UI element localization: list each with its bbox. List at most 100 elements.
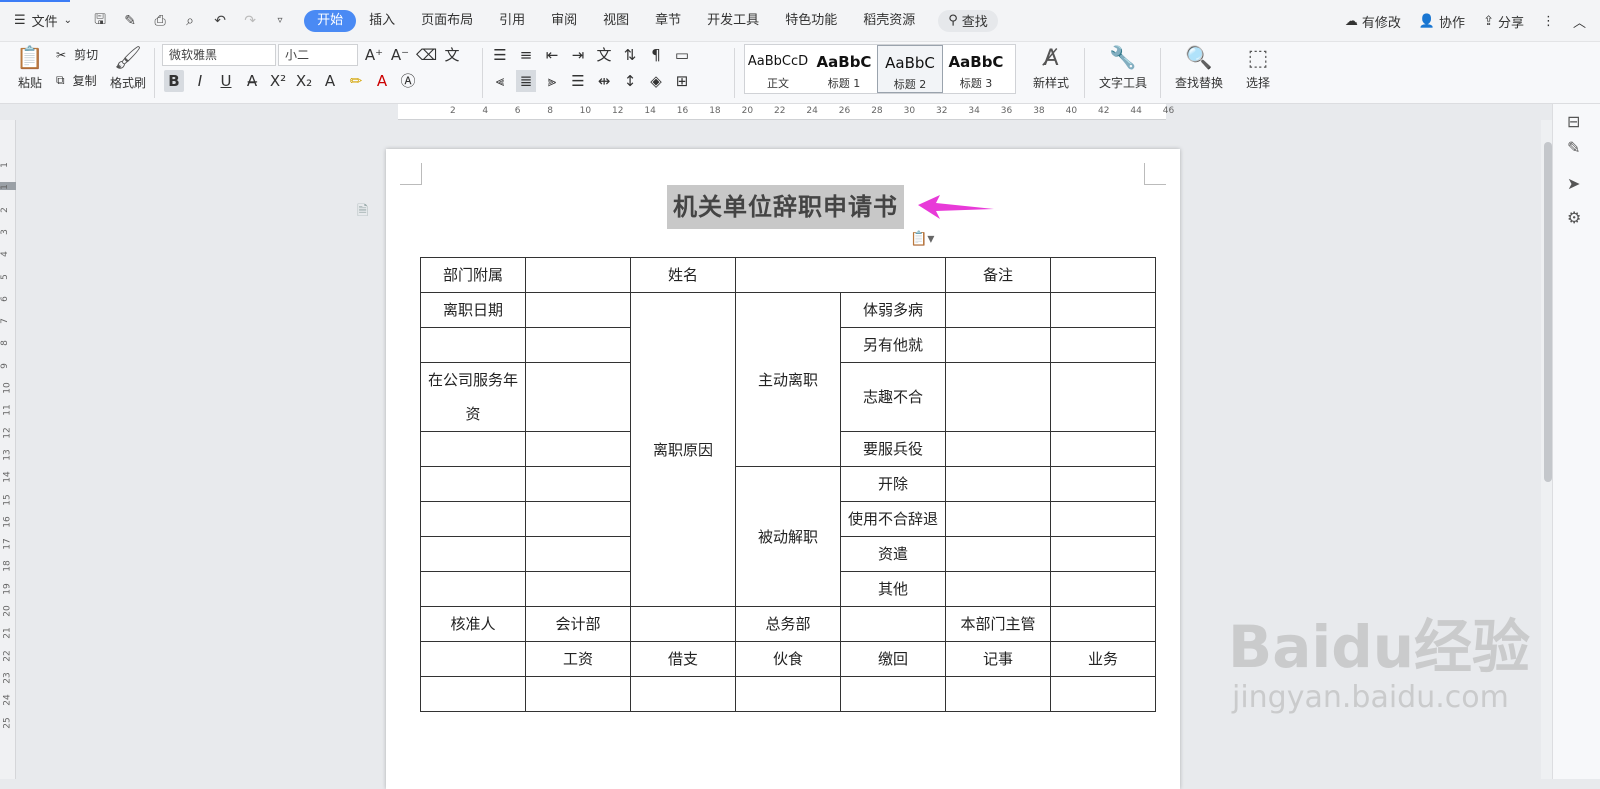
table-cell[interactable] (525, 362, 631, 432)
bullets-icon[interactable]: ☰ (490, 44, 510, 66)
outdent-icon[interactable]: ⇤ (542, 44, 562, 66)
table-cell[interactable] (945, 327, 1051, 363)
style-heading-2[interactable]: AaBbC 标题 2 (877, 45, 943, 93)
table-cell[interactable]: 离职原因 (630, 292, 736, 607)
print-icon[interactable]: ⎙ (150, 13, 170, 29)
cut-button[interactable]: ✂ 剪切 (56, 46, 98, 63)
tab-references[interactable]: 引用 (486, 10, 538, 32)
font-name-select[interactable]: 微软雅黑 (162, 44, 276, 66)
text-effect-icon[interactable]: A (320, 70, 340, 92)
table-cell[interactable] (630, 676, 736, 712)
table-cell[interactable]: 开除 (840, 466, 946, 502)
align-left-icon[interactable]: ⫷ (490, 70, 510, 92)
scroll-thumb[interactable] (1544, 142, 1552, 482)
clear-format-icon[interactable]: ⌫ (416, 44, 437, 66)
strikethrough-icon[interactable]: A̶ (242, 70, 262, 92)
tab-features[interactable]: 特色功能 (772, 10, 850, 32)
table-cell[interactable] (1050, 676, 1156, 712)
table-cell[interactable]: 要服兵役 (840, 431, 946, 467)
table-cell[interactable]: 志趣不合 (840, 362, 946, 432)
chinese-layout-icon[interactable]: 文 (594, 44, 614, 66)
table-cell[interactable] (945, 676, 1051, 712)
font-color-icon[interactable]: A (372, 70, 392, 92)
paste-options-icon[interactable]: 📋▾ (910, 231, 934, 247)
table-cell[interactable] (525, 466, 631, 502)
collab-button[interactable]: 👤 协作 (1419, 12, 1465, 31)
modified-button[interactable]: ☁ 有修改 (1345, 12, 1401, 31)
table-cell[interactable]: 另有他就 (840, 327, 946, 363)
table-cell[interactable]: 离职日期 (420, 292, 526, 328)
show-marks-icon[interactable]: ¶ (646, 44, 666, 66)
table-lines-icon[interactable]: ▭ (672, 44, 692, 66)
tab-home[interactable]: 开始 (304, 9, 357, 32)
line-spacing-icon[interactable]: ↕ (620, 70, 640, 92)
justify-icon[interactable]: ☰ (568, 70, 588, 92)
align-center-icon[interactable]: ≣ (516, 70, 536, 92)
table-cell[interactable]: 会计部 (525, 606, 631, 642)
align-right-icon[interactable]: ⫸ (542, 70, 562, 92)
table-cell[interactable] (1050, 292, 1156, 328)
table-cell[interactable] (1050, 327, 1156, 363)
bold-icon[interactable]: B (164, 70, 184, 92)
select-button[interactable]: ⬚ 选择 (1234, 44, 1282, 91)
horizontal-ruler[interactable]: 2 4 6 8 10 12 14 16 18 20 22 24 26 28 30 32 34 36 38 40 42 44… (398, 104, 1174, 120)
more-icon[interactable]: ▿ (270, 15, 290, 26)
settings-sliders-icon[interactable]: ⚙ (1567, 208, 1581, 227)
tab-section[interactable]: 章节 (642, 10, 694, 32)
table-cell[interactable] (1050, 466, 1156, 502)
tab-developer[interactable]: 开发工具 (694, 10, 772, 32)
style-heading-1[interactable]: AaBbC 标题 1 (811, 45, 877, 93)
font-size-select[interactable]: 小二 (278, 44, 358, 66)
table-cell[interactable]: 业务 (1050, 641, 1156, 677)
table-cell[interactable] (525, 571, 631, 607)
table-cell[interactable]: 被动解职 (735, 466, 841, 607)
table-cell[interactable] (630, 606, 736, 642)
undo-icon[interactable]: ↶ (210, 13, 230, 29)
table-cell[interactable] (945, 571, 1051, 607)
table-cell[interactable] (945, 292, 1051, 328)
redo-icon[interactable]: ↷ (240, 13, 260, 29)
table-cell[interactable] (420, 536, 526, 572)
find-replace-button[interactable]: 🔍 查找替换 (1168, 44, 1230, 91)
table-cell[interactable] (420, 501, 526, 537)
indent-icon[interactable]: ⇥ (568, 44, 588, 66)
subscript-icon[interactable]: X₂ (294, 70, 314, 92)
tab-view[interactable]: 视图 (590, 10, 642, 32)
text-tools-button[interactable]: 🔧 文字工具 (1092, 44, 1154, 91)
collapse-icon[interactable]: ︿ (1573, 12, 1586, 31)
table-cell[interactable] (735, 257, 946, 293)
table-cell[interactable] (1050, 501, 1156, 537)
table-cell[interactable] (420, 431, 526, 467)
table-cell[interactable] (420, 327, 526, 363)
copy-button[interactable]: ⧉ 复制 (56, 72, 97, 89)
tab-page-layout[interactable]: 页面布局 (408, 10, 486, 32)
tab-insert[interactable]: 插入 (356, 10, 408, 32)
table-cell[interactable] (420, 466, 526, 502)
table-cell[interactable]: 姓名 (630, 257, 736, 293)
superscript-icon[interactable]: X² (268, 70, 288, 92)
print-preview-icon[interactable]: ⌕ (180, 13, 200, 29)
table-cell[interactable]: 使用不合辞退 (840, 501, 946, 537)
vertical-ruler[interactable]: 1 1 2 3 4 5 6 7 8 9 10 11 12 13 14 15 16 17 18 19 20 21 22 23 24… (0, 120, 16, 779)
table-cell[interactable]: 工资 (525, 641, 631, 677)
table-cell[interactable] (945, 362, 1051, 432)
table-cell[interactable]: 部门附属 (420, 257, 526, 293)
table-cell[interactable] (945, 501, 1051, 537)
table-cell[interactable]: 总务部 (735, 606, 841, 642)
phonetic-icon[interactable]: 文 (442, 44, 462, 66)
format-icon[interactable]: ✎ (120, 13, 140, 29)
sort-icon[interactable]: ⇅ (620, 44, 640, 66)
table-cell[interactable]: 备注 (945, 257, 1051, 293)
numbering-icon[interactable]: ≡ (516, 44, 536, 66)
table-cell[interactable] (420, 676, 526, 712)
distribute-icon[interactable]: ⇹ (594, 70, 614, 92)
search-tab[interactable]: ⚲ 查找 (938, 9, 998, 32)
table-cell[interactable]: 资遣 (840, 536, 946, 572)
table-cell[interactable]: 其他 (840, 571, 946, 607)
new-style-button[interactable]: A̸ 新样式 (1024, 44, 1078, 91)
table-cell[interactable] (945, 536, 1051, 572)
table-cell[interactable] (1050, 362, 1156, 432)
table-cell[interactable] (525, 257, 631, 293)
tab-resources[interactable]: 稻壳资源 (850, 10, 928, 32)
table-cell[interactable] (525, 431, 631, 467)
